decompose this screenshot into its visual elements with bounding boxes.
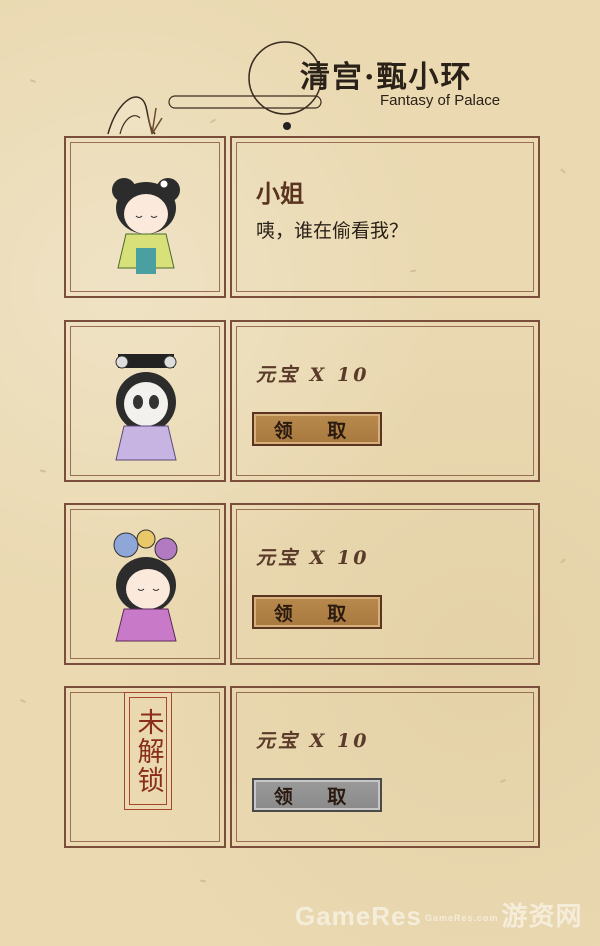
reward-frame	[230, 686, 540, 848]
portrait-frame	[64, 503, 226, 665]
game-subtitle: Fantasy of Palace	[380, 92, 501, 109]
reward-label: 元宝 X 10	[256, 730, 370, 752]
reward-label: 元宝 X 10	[256, 547, 370, 569]
reward-label: 元宝 X 10	[256, 364, 370, 386]
portrait-frame: 未解锁	[64, 686, 226, 848]
game-title: 清宫·甄小环	[300, 60, 473, 95]
claim-button-disabled: 领 取	[252, 778, 382, 812]
portrait-frame	[64, 136, 226, 298]
card-reward-2: 元宝 X 10 领 取	[64, 503, 540, 667]
card-locked: 未解锁 元宝 X 10 领 取	[64, 686, 540, 850]
card-reward-1: 元宝 X 10 领 取	[64, 320, 540, 484]
reward-frame	[230, 320, 540, 482]
reward-frame	[230, 503, 540, 665]
character-portrait-pink	[113, 529, 178, 642]
claim-button[interactable]: 领 取	[252, 412, 382, 446]
watermark: GameRes GameRes.com 游资网	[295, 901, 583, 931]
locked-label: 未解锁	[132, 707, 164, 795]
portrait-frame	[64, 320, 226, 482]
character-name: 小姐	[256, 179, 304, 208]
character-portrait-purple	[115, 354, 177, 461]
character-dialogue: 咦，谁在偷看我？	[256, 220, 409, 242]
card-character: 小姐 咦，谁在偷看我？	[64, 136, 540, 300]
locked-badge: 未解锁	[124, 692, 172, 810]
claim-button[interactable]: 领 取	[252, 595, 382, 629]
character-portrait-green	[112, 178, 180, 274]
